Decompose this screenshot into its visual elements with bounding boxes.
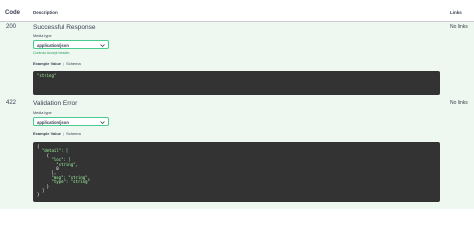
code-line: } [37,192,40,198]
response-links: No links [450,100,468,106]
media-type-select-value: application/json [37,119,69,125]
media-type-select-value: application/json [37,42,69,48]
header-description: Description [33,10,58,15]
response-code: 422 [6,100,17,106]
header-links: Links [450,10,462,15]
response-description: Successful Response [33,24,96,31]
tab-example-value[interactable]: Example Value [33,131,61,136]
example-tabs: Example Value | Schema [33,61,81,66]
media-type-select[interactable]: application/json [33,40,109,49]
example-code-block: "string" [33,71,440,95]
response-links: No links [450,24,468,30]
tab-separator: | [63,131,65,136]
responses-table-header: Code Description Links [0,0,474,22]
example-code-block: { "detail": [ { "loc": [ "string", 0 ], … [33,142,440,202]
example-tabs: Example Value | Schema [33,131,81,136]
tab-example-value[interactable]: Example Value [33,61,61,66]
media-type-select[interactable]: application/json [33,117,109,126]
response-code: 200 [6,24,17,30]
code-line: "string" [37,73,57,78]
accept-header-note: Controls Accept header. [33,51,71,55]
response-row-200: 200 Successful Response No links Media t… [0,22,474,98]
tab-separator: | [63,61,65,66]
response-row-422: 422 Validation Error No links Media type… [0,98,474,209]
header-code: Code [5,10,20,16]
media-type-label: Media type [33,34,52,38]
media-type-label: Media type [33,111,52,115]
response-description: Validation Error [33,100,78,107]
chevron-down-icon [100,120,105,124]
tab-schema[interactable]: Schema [66,61,81,66]
tab-schema[interactable]: Schema [66,131,81,136]
chevron-down-icon [100,43,105,47]
